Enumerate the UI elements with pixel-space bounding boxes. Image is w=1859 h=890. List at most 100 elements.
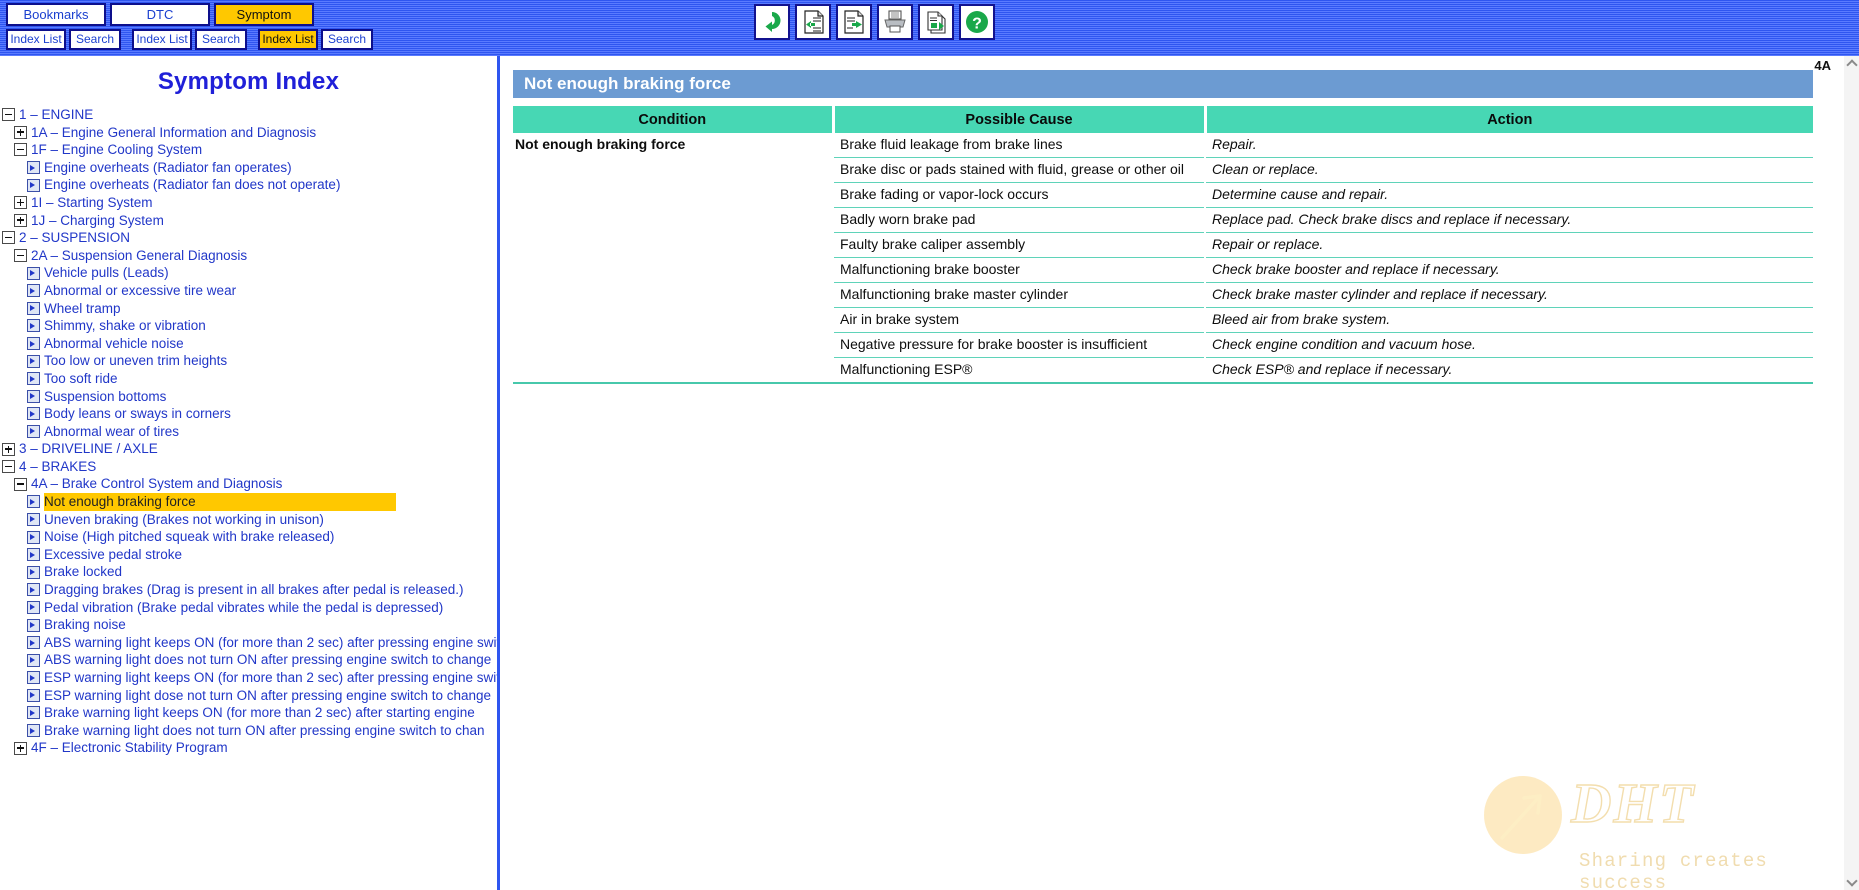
tree-group-item[interactable]: 4A – Brake Control System and Diagnosis bbox=[0, 475, 497, 493]
document-link-icon[interactable] bbox=[27, 337, 40, 351]
tree-item-label[interactable]: 4A – Brake Control System and Diagnosis bbox=[31, 475, 282, 493]
document-link-icon[interactable] bbox=[27, 706, 40, 720]
tree-item-label[interactable]: Abnormal vehicle noise bbox=[44, 335, 184, 353]
tree-group-item[interactable]: 4 – BRAKES bbox=[0, 458, 497, 476]
document-link-icon[interactable] bbox=[27, 636, 40, 650]
tree-item-label[interactable]: Abnormal wear of tires bbox=[44, 423, 179, 441]
document-link-icon[interactable] bbox=[27, 495, 40, 509]
tree-leaf-item[interactable]: Noise (High pitched squeak with brake re… bbox=[0, 528, 497, 546]
tree-leaf-item[interactable]: Too soft ride bbox=[0, 370, 497, 388]
tree-item-label[interactable]: Dragging brakes (Drag is present in all … bbox=[44, 581, 463, 599]
content-scrollbar[interactable] bbox=[1844, 56, 1859, 890]
bookmarks-search-button[interactable]: Search bbox=[69, 29, 121, 50]
tree-leaf-item[interactable]: ABS warning light keeps ON (for more tha… bbox=[0, 634, 497, 652]
tree-item-label[interactable]: 1J – Charging System bbox=[31, 212, 164, 230]
tree-item-label[interactable]: ABS warning light keeps ON (for more tha… bbox=[44, 634, 497, 652]
tree-item-label[interactable]: 2 – SUSPENSION bbox=[19, 229, 130, 247]
tree-item-label[interactable]: ESP warning light keeps ON (for more tha… bbox=[44, 669, 497, 687]
document-link-icon[interactable] bbox=[27, 512, 40, 526]
tree-leaf-item[interactable]: Suspension bottoms bbox=[0, 388, 497, 406]
tree-item-label[interactable]: 4F – Electronic Stability Program bbox=[31, 739, 228, 757]
tree-leaf-item[interactable]: Dragging brakes (Drag is present in all … bbox=[0, 581, 497, 599]
collapse-minus-icon[interactable] bbox=[14, 249, 27, 263]
tree-leaf-item[interactable]: ABS warning light does not turn ON after… bbox=[0, 651, 497, 669]
document-link-icon[interactable] bbox=[27, 530, 40, 544]
collapse-minus-icon[interactable] bbox=[2, 460, 15, 474]
tree-item-label[interactable]: Noise (High pitched squeak with brake re… bbox=[44, 528, 334, 546]
tree-leaf-item[interactable]: Body leans or sways in corners bbox=[0, 405, 497, 423]
tree-group-item[interactable]: 3 – DRIVELINE / AXLE bbox=[0, 440, 497, 458]
tree-item-label[interactable]: Abnormal or excessive tire wear bbox=[44, 282, 236, 300]
symptom-search-button[interactable]: Search bbox=[321, 29, 373, 50]
document-link-icon[interactable] bbox=[27, 266, 40, 280]
next-page-button[interactable] bbox=[836, 4, 872, 40]
tree-leaf-item[interactable]: Too low or uneven trim heights bbox=[0, 352, 497, 370]
print-button[interactable] bbox=[877, 4, 913, 40]
tree-item-label[interactable]: 2A – Suspension General Diagnosis bbox=[31, 247, 247, 265]
tree-item-label[interactable]: Not enough braking force bbox=[44, 493, 396, 511]
tree-item-label[interactable]: Too low or uneven trim heights bbox=[44, 352, 227, 370]
tree-leaf-item[interactable]: Uneven braking (Brakes not working in un… bbox=[0, 511, 497, 529]
tree-leaf-item[interactable]: Vehicle pulls (Leads) bbox=[0, 264, 497, 282]
tree-item-label[interactable]: Brake warning light does not turn ON aft… bbox=[44, 722, 485, 740]
document-link-icon[interactable] bbox=[27, 161, 40, 175]
tree-group-item[interactable]: 1J – Charging System bbox=[0, 212, 497, 230]
tree-leaf-item[interactable]: Pedal vibration (Brake pedal vibrates wh… bbox=[0, 599, 497, 617]
tree-item-label[interactable]: Engine overheats (Radiator fan operates) bbox=[44, 159, 292, 177]
expand-plus-icon[interactable] bbox=[14, 196, 27, 210]
document-link-icon[interactable] bbox=[27, 688, 40, 702]
tree-leaf-item[interactable]: Engine overheats (Radiator fan does not … bbox=[0, 176, 497, 194]
collapse-minus-icon[interactable] bbox=[14, 143, 27, 157]
copy-pages-button[interactable] bbox=[918, 4, 954, 40]
tree-item-label[interactable]: Too soft ride bbox=[44, 370, 118, 388]
tree-leaf-item[interactable]: Brake warning light keeps ON (for more t… bbox=[0, 704, 497, 722]
tree-group-item[interactable]: 1 – ENGINE bbox=[0, 106, 497, 124]
tree-item-label[interactable]: Pedal vibration (Brake pedal vibrates wh… bbox=[44, 599, 443, 617]
document-link-icon[interactable] bbox=[27, 407, 40, 421]
dtc-search-button[interactable]: Search bbox=[195, 29, 247, 50]
expand-plus-icon[interactable] bbox=[2, 442, 15, 456]
tree-item-label[interactable]: 4 – BRAKES bbox=[19, 458, 96, 476]
document-link-icon[interactable] bbox=[27, 548, 40, 562]
tree-leaf-item[interactable]: Wheel tramp bbox=[0, 300, 497, 318]
document-link-icon[interactable] bbox=[27, 372, 40, 386]
tree-leaf-item[interactable]: ESP warning light keeps ON (for more tha… bbox=[0, 669, 497, 687]
document-link-icon[interactable] bbox=[27, 354, 40, 368]
document-link-icon[interactable] bbox=[27, 284, 40, 298]
expand-plus-icon[interactable] bbox=[14, 125, 27, 139]
document-link-icon[interactable] bbox=[27, 178, 40, 192]
tree-item-label[interactable]: 1 – ENGINE bbox=[19, 106, 93, 124]
document-link-icon[interactable] bbox=[27, 301, 40, 315]
tree-leaf-item[interactable]: Abnormal or excessive tire wear bbox=[0, 282, 497, 300]
collapse-minus-icon[interactable] bbox=[14, 477, 27, 491]
tree-leaf-item[interactable]: Brake locked bbox=[0, 563, 497, 581]
tree-leaf-item[interactable]: ESP warning light dose not turn ON after… bbox=[0, 687, 497, 705]
document-link-icon[interactable] bbox=[27, 618, 40, 632]
tree-item-label[interactable]: Suspension bottoms bbox=[44, 388, 166, 406]
tree-group-item[interactable]: 1A – Engine General Information and Diag… bbox=[0, 124, 497, 142]
document-link-icon[interactable] bbox=[27, 653, 40, 667]
content-scroll-down-button[interactable] bbox=[1844, 874, 1859, 890]
tree-group-item[interactable]: 1F – Engine Cooling System bbox=[0, 141, 497, 159]
tree-leaf-item[interactable]: Abnormal wear of tires bbox=[0, 423, 497, 441]
document-link-icon[interactable] bbox=[27, 671, 40, 685]
previous-page-button[interactable] bbox=[795, 4, 831, 40]
tree-item-label[interactable]: 1I – Starting System bbox=[31, 194, 153, 212]
tree-item-label[interactable]: Engine overheats (Radiator fan does not … bbox=[44, 176, 340, 194]
expand-plus-icon[interactable] bbox=[14, 741, 27, 755]
document-link-icon[interactable] bbox=[27, 424, 40, 438]
tree-item-label[interactable]: Excessive pedal stroke bbox=[44, 546, 182, 564]
tree-item-label[interactable]: 1F – Engine Cooling System bbox=[31, 141, 202, 159]
expand-plus-icon[interactable] bbox=[14, 213, 27, 227]
tree-item-label[interactable]: ABS warning light does not turn ON after… bbox=[44, 651, 491, 669]
tree-item-label[interactable]: Brake locked bbox=[44, 563, 122, 581]
bookmarks-index-list-button[interactable]: Index List bbox=[6, 29, 66, 50]
tree-leaf-item[interactable]: Brake warning light does not turn ON aft… bbox=[0, 722, 497, 740]
tree-leaf-item[interactable]: Shimmy, shake or vibration bbox=[0, 317, 497, 335]
tree-leaf-item[interactable]: Abnormal vehicle noise bbox=[0, 335, 497, 353]
tree-group-item[interactable]: 2A – Suspension General Diagnosis bbox=[0, 247, 497, 265]
document-link-icon[interactable] bbox=[27, 565, 40, 579]
document-link-icon[interactable] bbox=[27, 724, 40, 738]
tree-item-label[interactable]: 1A – Engine General Information and Diag… bbox=[31, 124, 316, 142]
tree-item-label[interactable]: 3 – DRIVELINE / AXLE bbox=[19, 440, 158, 458]
